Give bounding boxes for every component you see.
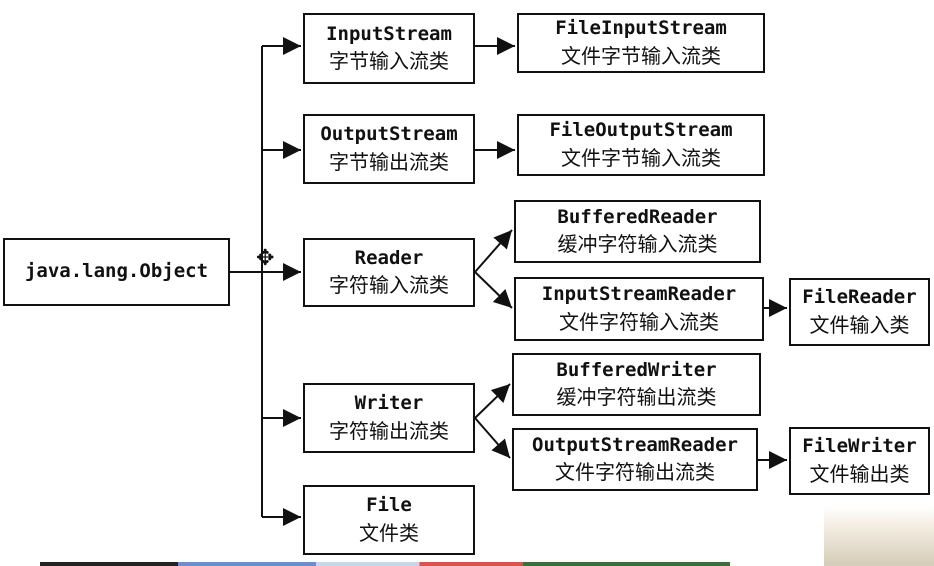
node-sublabel: 文件字节输入流类: [561, 43, 721, 68]
node-label: BufferedWriter: [556, 358, 717, 381]
node-label: FileOutputStream: [549, 119, 733, 142]
connector-to-bufferedwriter: [474, 383, 511, 419]
node-inputstreamreader: InputStreamReader 文件字符输入流类: [514, 277, 764, 341]
node-fileoutputstream: FileOutputStream 文件字节输入流类: [517, 114, 765, 176]
node-bufferedwriter: BufferedWriter 缓冲字符输出流类: [512, 353, 761, 416]
node-sublabel: 字节输入流类: [329, 49, 449, 74]
node-label: FileReader: [802, 286, 917, 309]
class-hierarchy-diagram: java.lang.Object InputStream 字节输入流类 File…: [0, 0, 934, 566]
node-label: FileInputStream: [555, 17, 727, 40]
node-sublabel: 文件字节输入流类: [561, 145, 721, 170]
node-file: File 文件类: [303, 485, 475, 555]
node-label: OutputStreamReader: [532, 433, 738, 456]
node-reader: Reader 字符输入流类: [303, 238, 475, 307]
node-sublabel: 缓冲字符输入流类: [557, 232, 718, 257]
node-label: Reader: [354, 246, 424, 269]
node-sublabel: 缓冲字符输出流类: [556, 385, 717, 410]
node-label: FileWriter: [802, 435, 917, 458]
node-fileinputstream: FileInputStream 文件字节输入流类: [517, 13, 765, 73]
node-root: java.lang.Object: [3, 238, 230, 306]
node-sublabel: 文件字符输出流类: [555, 460, 715, 485]
connector-to-inputstreamreader: [474, 271, 513, 309]
bottom-color-strip: [40, 562, 730, 566]
node-sublabel: 文件输出类: [809, 461, 910, 486]
node-bufferedreader: BufferedReader 缓冲字符输入流类: [514, 200, 761, 263]
node-writer: Writer 字符输出流类: [303, 383, 475, 453]
background-photo: [824, 506, 934, 566]
connector-to-bufferedreader: [474, 229, 513, 273]
node-sublabel: 文件输入类: [809, 312, 910, 337]
node-sublabel: 字节输出流类: [329, 149, 449, 174]
node-sublabel: 文件字符输入流类: [559, 309, 719, 334]
node-label: File: [366, 494, 412, 517]
node-label: OutputStream: [320, 123, 458, 146]
node-sublabel: 字符输入流类: [329, 273, 449, 298]
node-filereader: FileReader 文件输入类: [789, 278, 930, 346]
node-outputstreamreader: OutputStreamReader 文件字符输出流类: [512, 428, 758, 491]
node-label: BufferedReader: [557, 205, 718, 228]
node-label: InputStream: [326, 22, 452, 45]
node-outputstream: OutputStream 字节输出流类: [303, 114, 475, 184]
node-label: InputStreamReader: [541, 283, 737, 306]
node-sublabel: 字符输出流类: [329, 418, 449, 443]
move-cursor-icon: ✥: [256, 246, 275, 271]
connector-to-outputstreamreader: [474, 417, 511, 459]
node-filewriter: FileWriter 文件输出类: [789, 427, 930, 495]
node-root-label: java.lang.Object: [24, 260, 209, 283]
node-label: Writer: [354, 392, 424, 415]
node-sublabel: 文件类: [359, 520, 419, 545]
node-inputstream: InputStream 字节输入流类: [303, 13, 475, 84]
